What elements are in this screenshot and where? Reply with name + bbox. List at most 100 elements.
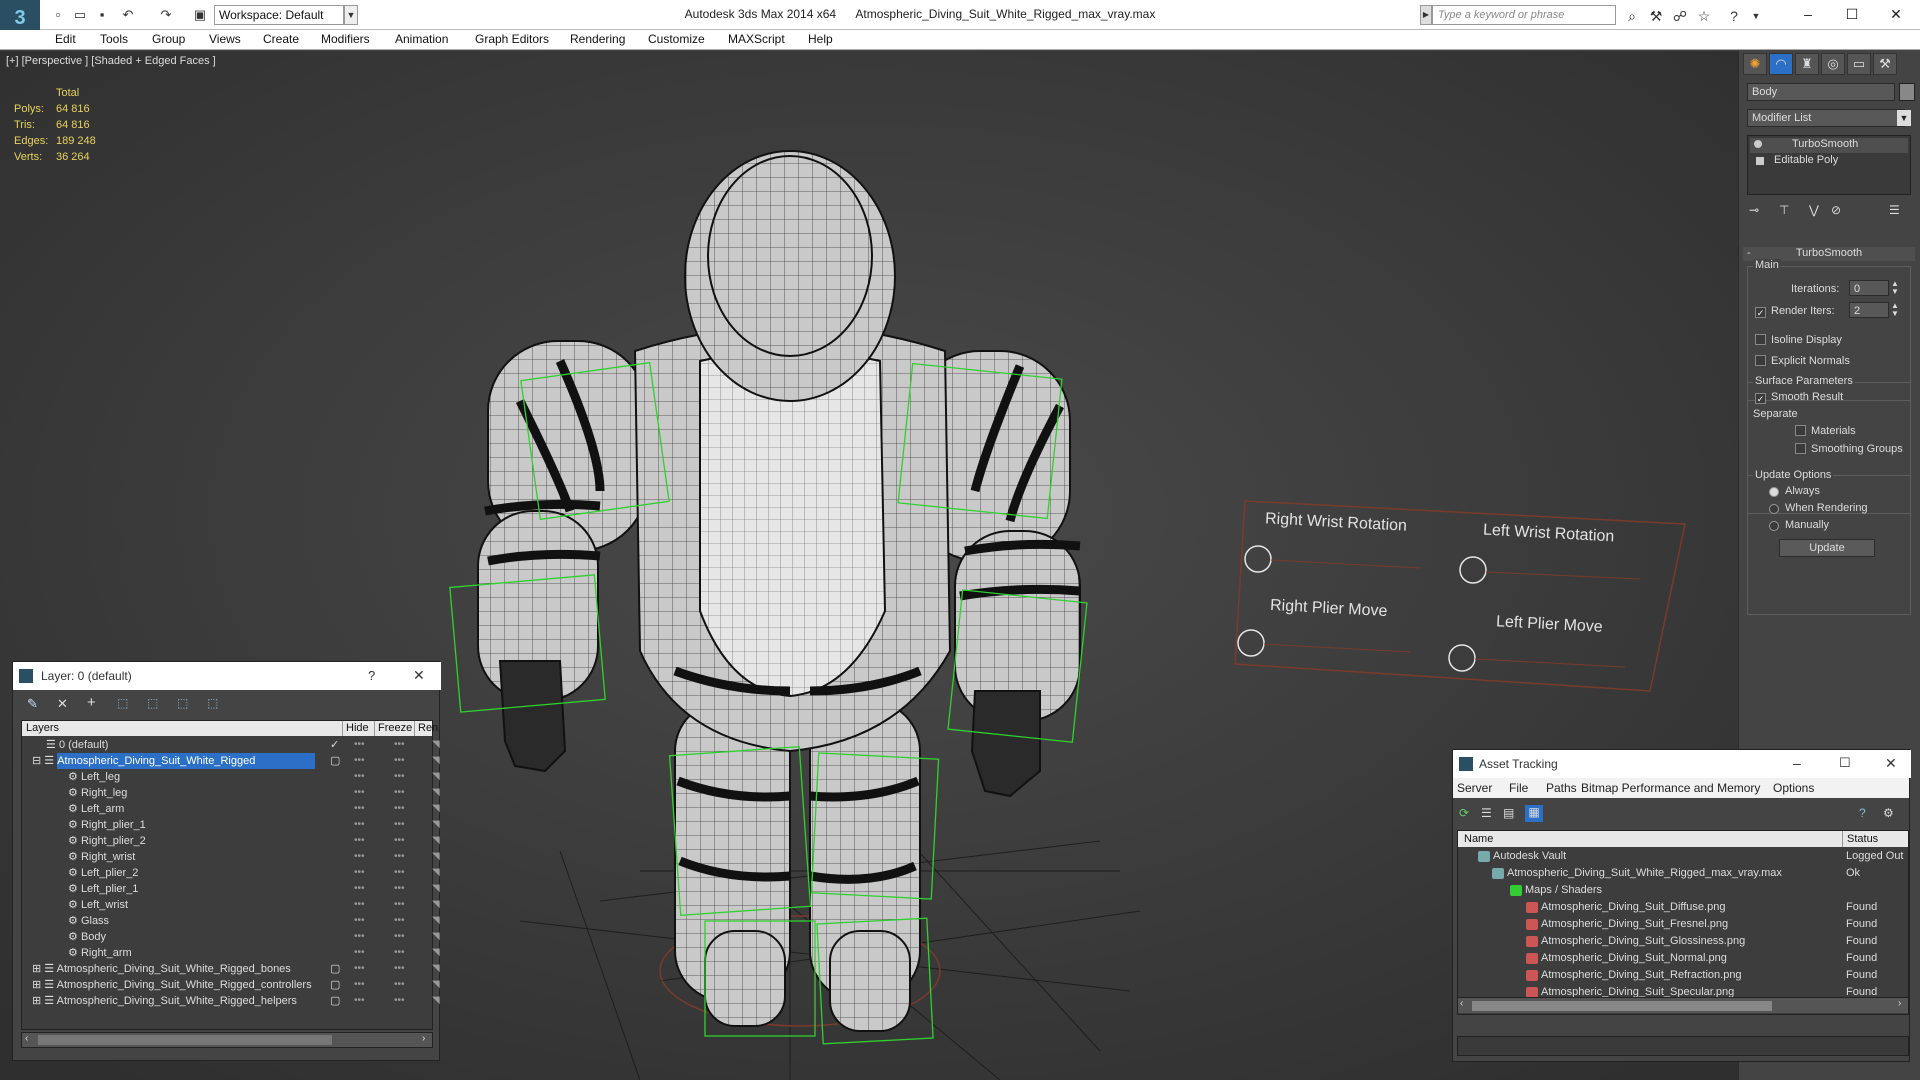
- layer-row[interactable]: ⚙ Body ••• ••• ◥: [32, 929, 440, 945]
- pin-stack-icon[interactable]: ⊸: [1749, 203, 1759, 217]
- layer-row[interactable]: ⚙ Left_arm ••• ••• ◥: [32, 801, 440, 817]
- modifier-list-dropdown[interactable]: Modifier List: [1747, 109, 1905, 127]
- refresh-icon[interactable]: ⟳: [1459, 806, 1469, 820]
- menu-server[interactable]: Server: [1457, 781, 1492, 795]
- chevron-right-icon[interactable]: ›: [422, 1033, 425, 1044]
- layer-row[interactable]: ⚙ Left_plier_2 ••• ••• ◥: [32, 865, 440, 881]
- hide-all-icon[interactable]: ⬚: [177, 696, 188, 710]
- utilities-tab-icon[interactable]: ⚒: [1873, 53, 1897, 75]
- detail-view-icon[interactable]: ▤: [1503, 806, 1514, 820]
- favorites-star-icon[interactable]: ☆: [1694, 7, 1714, 25]
- col-layers[interactable]: Layers: [26, 721, 59, 736]
- asset-row[interactable]: Maps / Shaders: [1458, 882, 1908, 899]
- menu-group[interactable]: Group: [152, 32, 185, 46]
- select-objects-icon[interactable]: ⬚: [117, 696, 128, 710]
- new-layer-icon[interactable]: ✎: [27, 696, 38, 712]
- layer-row[interactable]: ⚙ Right_arm ••• ••• ◥: [32, 945, 440, 961]
- list-view-icon[interactable]: ☰: [1481, 806, 1492, 820]
- maximize-button[interactable]: ☐: [1839, 755, 1851, 771]
- horizontal-scrollbar[interactable]: ‹ ›: [1458, 997, 1908, 1013]
- menu-customize[interactable]: Customize: [648, 32, 705, 46]
- smooth-result-checkbox[interactable]: ✓: [1755, 391, 1766, 405]
- object-name-field[interactable]: Body: [1747, 83, 1895, 101]
- highlight-layer-icon[interactable]: ⬚: [147, 696, 158, 710]
- undo-icon[interactable]: ↶: [120, 7, 136, 23]
- explicit-normals-checkbox[interactable]: [1755, 355, 1766, 369]
- asset-row[interactable]: Atmospheric_Diving_Suit_Normal.png Found: [1458, 950, 1908, 967]
- bulb-icon[interactable]: [1754, 140, 1762, 148]
- update-button[interactable]: Update: [1779, 539, 1875, 557]
- col-render[interactable]: Ren: [414, 721, 438, 736]
- layer-row[interactable]: ⊞ ☰ Atmospheric_Diving_Suit_White_Rigged…: [32, 961, 440, 977]
- asset-row[interactable]: Atmospheric_Diving_Suit_Glossiness.png Fo…: [1458, 933, 1908, 950]
- checkbox-icon[interactable]: [1755, 334, 1766, 345]
- iterations-spinner[interactable]: 0: [1849, 280, 1889, 296]
- manually-radio[interactable]: [1769, 520, 1779, 534]
- scrollbar-thumb[interactable]: [38, 1035, 332, 1045]
- asset-row[interactable]: Atmospheric_Diving_Suit_Refraction.png Fo…: [1458, 967, 1908, 984]
- menu-views[interactable]: Views: [209, 32, 241, 46]
- close-button[interactable]: ✕: [413, 667, 425, 684]
- redo-icon[interactable]: ↷: [158, 7, 174, 23]
- help-icon[interactable]: ?: [1724, 7, 1744, 25]
- menu-rendering[interactable]: Rendering: [570, 32, 625, 46]
- menu-options[interactable]: Options: [1773, 781, 1814, 795]
- smoothing-groups-checkbox[interactable]: [1795, 443, 1806, 457]
- binoculars-icon[interactable]: ⌕: [1622, 7, 1642, 25]
- motion-tab-icon[interactable]: ◎: [1821, 53, 1845, 75]
- render-iters-checkbox[interactable]: ✓: [1755, 305, 1766, 319]
- layer-row[interactable]: ⊞ ☰ Atmospheric_Diving_Suit_White_Rigged…: [32, 977, 440, 993]
- checkbox-icon[interactable]: ✓: [1755, 307, 1766, 318]
- viewport-label[interactable]: [+] [Perspective ] [Shaded + Edged Faces…: [6, 55, 216, 67]
- close-button[interactable]: ✕: [1885, 755, 1897, 772]
- checkbox-icon[interactable]: [1795, 443, 1806, 454]
- menu-tools[interactable]: Tools: [100, 32, 128, 46]
- save-icon[interactable]: ▪: [94, 7, 110, 23]
- tools-icon[interactable]: ⚒: [1646, 7, 1666, 25]
- search-input[interactable]: Type a keyword or phrase: [1432, 5, 1616, 25]
- chevron-right-icon[interactable]: ›: [1898, 998, 1901, 1009]
- menu-bitmap-performance[interactable]: Bitmap Performance and Memory: [1581, 781, 1760, 795]
- project-folder-icon[interactable]: ▣: [192, 7, 208, 23]
- layer-row[interactable]: ⚙ Glass ••• ••• ◥: [32, 913, 440, 929]
- show-end-result-icon[interactable]: ⊤: [1779, 203, 1789, 217]
- maximize-button[interactable]: ☐: [1832, 3, 1872, 25]
- col-hide[interactable]: Hide: [342, 721, 369, 736]
- chevron-down-icon[interactable]: ▼: [344, 5, 358, 25]
- asset-row[interactable]: Atmospheric_Diving_Suit_Fresnel.png Found: [1458, 916, 1908, 933]
- menu-animation[interactable]: Animation: [395, 32, 448, 46]
- scrollbar-thumb[interactable]: [1472, 1001, 1772, 1011]
- checkbox-icon[interactable]: ✓: [1755, 393, 1766, 404]
- table-view-icon[interactable]: ▦: [1525, 805, 1543, 822]
- hierarchy-tab-icon[interactable]: ♜: [1795, 53, 1819, 75]
- menu-help[interactable]: Help: [808, 32, 833, 46]
- menu-maxscript[interactable]: MAXScript: [728, 32, 785, 46]
- workspace-dropdown[interactable]: Workspace: Default: [214, 5, 344, 25]
- col-name[interactable]: Name: [1464, 831, 1493, 847]
- horizontal-scrollbar[interactable]: ‹ ›: [21, 1032, 433, 1048]
- layer-row[interactable]: ⚙ Left_plier_1 ••• ••• ◥: [32, 881, 440, 897]
- chevron-right-icon[interactable]: ▶: [1420, 5, 1432, 25]
- col-status[interactable]: Status: [1842, 831, 1878, 847]
- menu-graph-editors[interactable]: Graph Editors: [475, 32, 549, 46]
- layer-row[interactable]: ⚙ Right_wrist ••• ••• ◥: [32, 849, 440, 865]
- menu-edit[interactable]: Edit: [55, 32, 76, 46]
- delete-layer-icon[interactable]: ✕: [57, 696, 68, 712]
- radio-icon[interactable]: [1769, 487, 1779, 497]
- materials-checkbox[interactable]: [1795, 425, 1806, 439]
- asset-path-field[interactable]: [1457, 1036, 1909, 1056]
- isoline-display-checkbox[interactable]: [1755, 334, 1766, 348]
- layer-row[interactable]: ⊟ ☰ Atmospheric_Diving_Suit_White_Rigged…: [32, 753, 440, 769]
- menu-paths[interactable]: Paths: [1546, 781, 1577, 795]
- menu-create[interactable]: Create: [263, 32, 299, 46]
- new-file-icon[interactable]: ▫: [50, 7, 66, 23]
- modify-tab-icon[interactable]: ◠: [1769, 53, 1793, 75]
- make-unique-icon[interactable]: ⋁: [1809, 203, 1819, 217]
- remove-modifier-icon[interactable]: ⊘: [1831, 203, 1841, 217]
- close-button[interactable]: ✕: [1876, 3, 1916, 25]
- help-button[interactable]: ?: [368, 668, 375, 683]
- menu-file[interactable]: File: [1509, 781, 1528, 795]
- object-color-swatch[interactable]: [1899, 83, 1915, 101]
- asset-row[interactable]: Atmospheric_Diving_Suit_Diffuse.png Found: [1458, 899, 1908, 916]
- when-rendering-radio[interactable]: [1769, 503, 1779, 517]
